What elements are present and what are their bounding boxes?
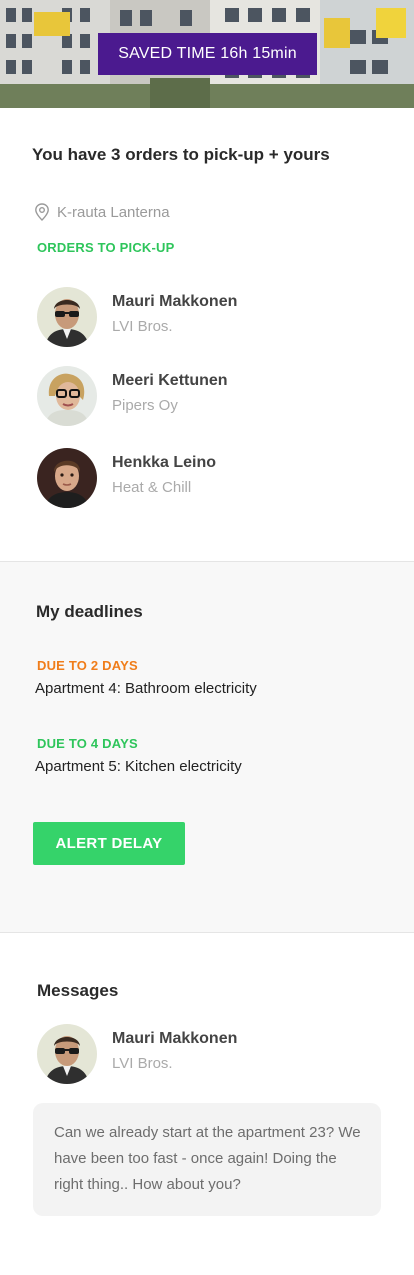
alert-delay-button[interactable]: ALERT DELAY xyxy=(33,822,185,865)
map-pin-icon xyxy=(35,203,49,221)
section-divider xyxy=(0,932,414,933)
hero-banner: SAVED TIME 16h 15min xyxy=(0,0,414,108)
person-name: Mauri Makkonen xyxy=(112,293,238,310)
person-company: LVI Bros. xyxy=(112,318,173,335)
due-label: DUE TO 2 DAYS xyxy=(37,658,138,673)
deadline-task: Apartment 5: Kitchen electricity xyxy=(35,758,242,775)
orders-summary-title: You have 3 orders to pick-up + yours xyxy=(32,145,330,164)
order-item[interactable]: Henkka Leino Heat & Chill xyxy=(37,448,377,508)
person-company: LVI Bros. xyxy=(112,1055,173,1072)
pickup-location: K-rauta Lanterna xyxy=(34,202,170,222)
due-label: DUE TO 4 DAYS xyxy=(37,736,138,751)
avatar xyxy=(37,287,97,347)
avatar xyxy=(37,448,97,508)
order-item[interactable]: Mauri Makkonen LVI Bros. xyxy=(37,287,377,347)
person-name: Henkka Leino xyxy=(112,454,217,471)
message-bubble[interactable]: Can we already start at the apartment 23… xyxy=(33,1103,381,1216)
person-company: Heat & Chill xyxy=(112,479,192,496)
saved-time-badge: SAVED TIME 16h 15min xyxy=(98,33,317,75)
messages-title: Messages xyxy=(37,981,119,1000)
person-name: Mauri Makkonen xyxy=(112,1030,238,1047)
avatar xyxy=(37,1024,97,1084)
avatar xyxy=(37,366,97,426)
order-item[interactable]: Meeri Kettunen Pipers Oy xyxy=(37,366,377,426)
deadline-task: Apartment 4: Bathroom electricity xyxy=(35,680,257,697)
person-company: Pipers Oy xyxy=(112,397,178,414)
person-name: Meeri Kettunen xyxy=(112,372,228,389)
deadlines-title: My deadlines xyxy=(36,602,143,621)
message-sender[interactable]: Mauri Makkonen LVI Bros. xyxy=(37,1024,377,1084)
location-name: K-rauta Lanterna xyxy=(57,203,170,221)
orders-to-pickup-label: ORDERS TO PICK-UP xyxy=(37,240,175,255)
